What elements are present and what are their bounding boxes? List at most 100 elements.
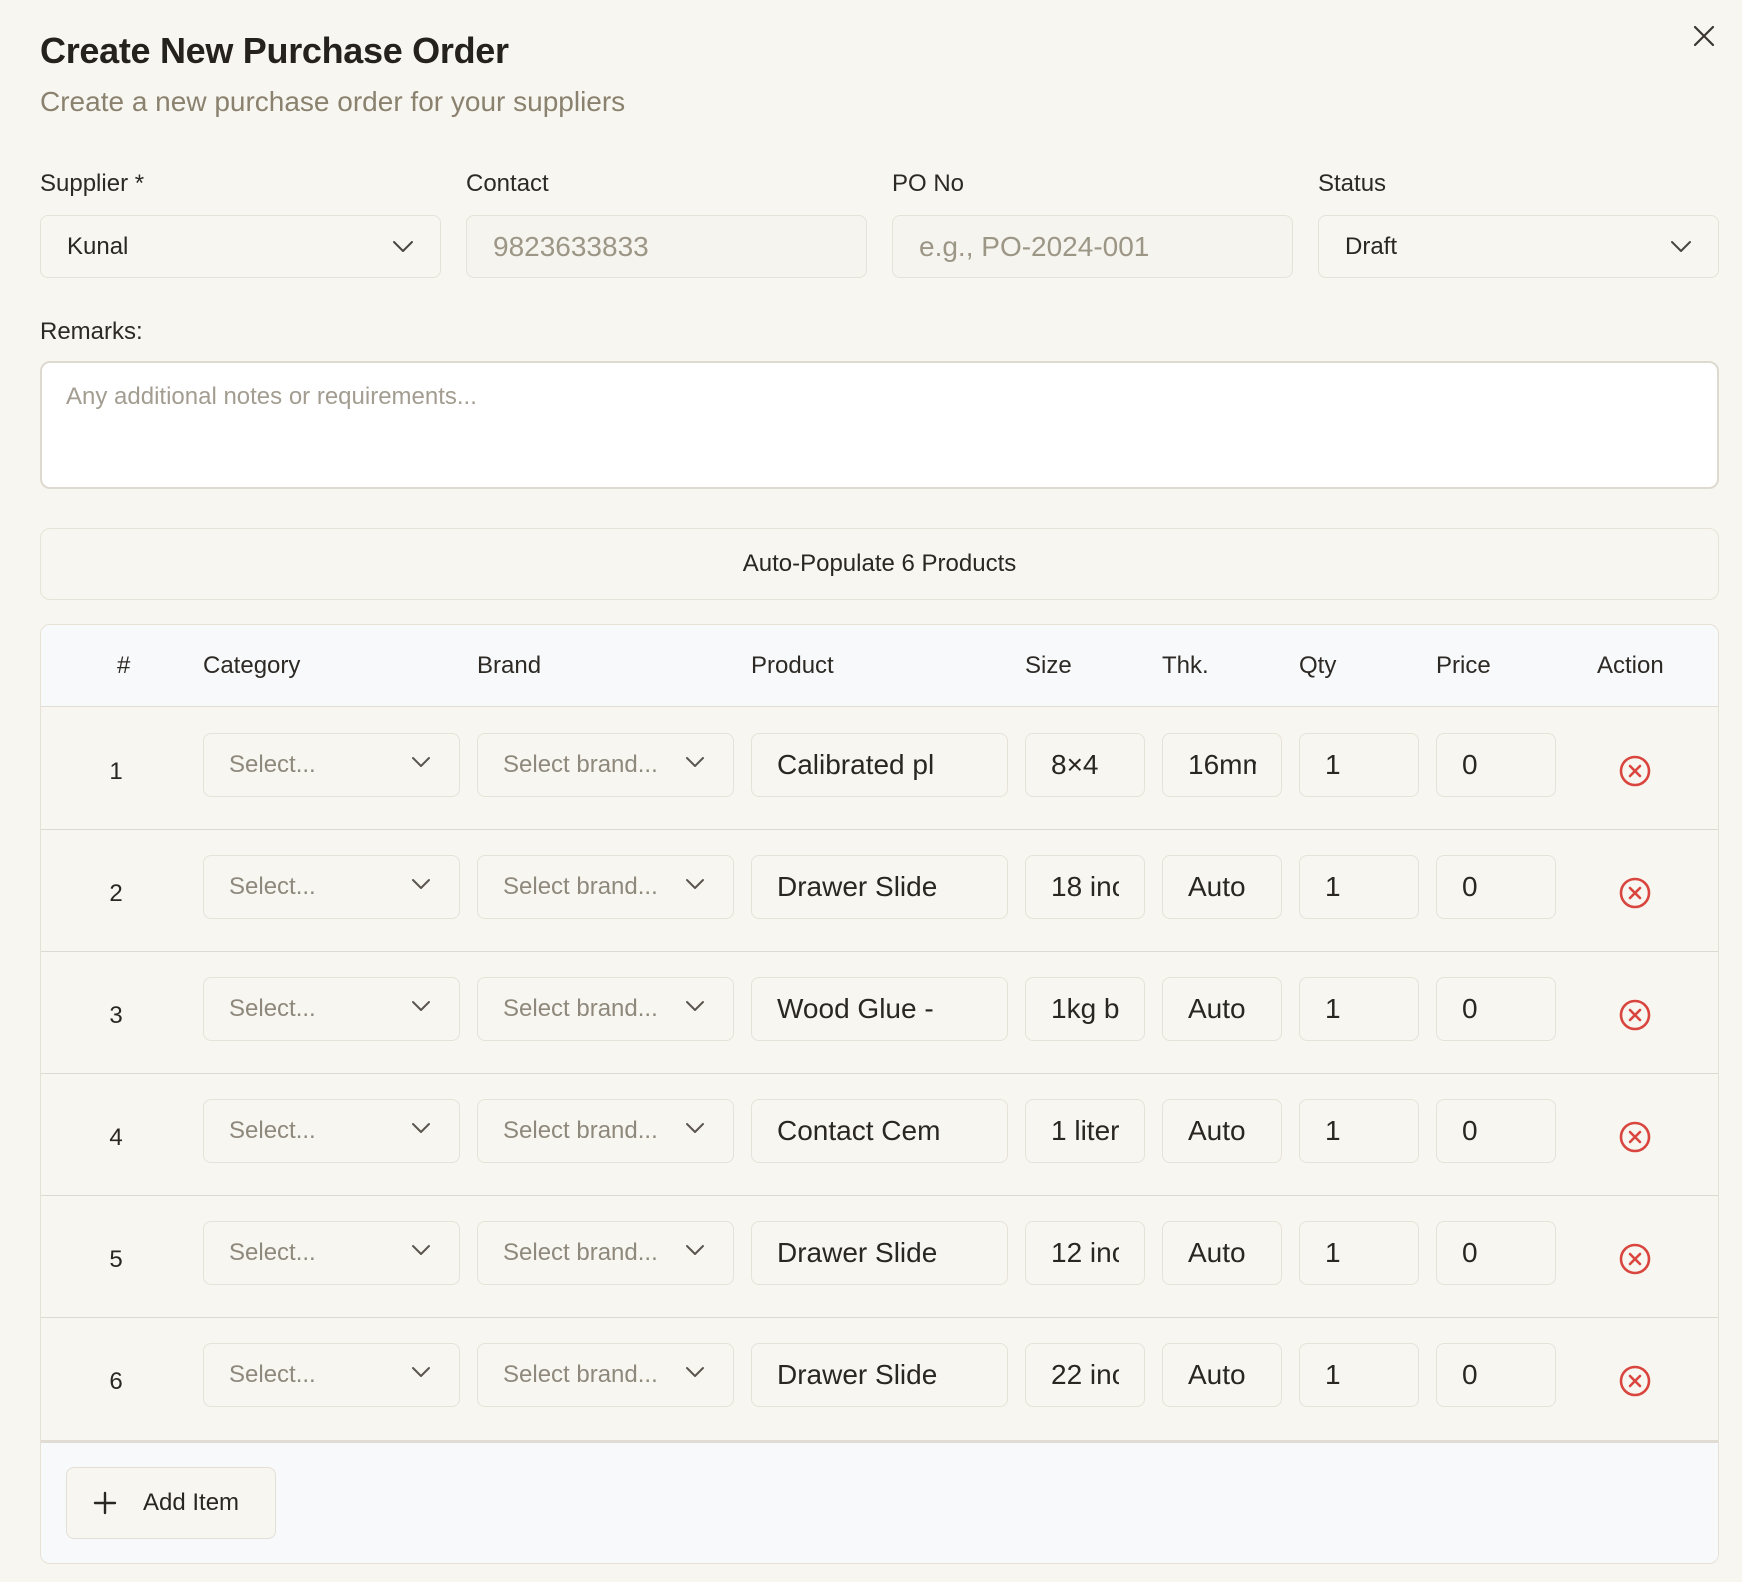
chevron-down-icon	[412, 1001, 430, 1011]
size-value: 8×4	[1051, 749, 1099, 780]
product-input[interactable]: Wood Glue -	[751, 977, 1008, 1041]
table-row: 1 Select... Select brand... Calibrated p…	[41, 708, 1718, 830]
size-input[interactable]: 1 liter	[1025, 1099, 1145, 1163]
chevron-down-icon	[412, 1367, 430, 1377]
product-input[interactable]: Drawer Slide	[751, 855, 1008, 919]
chevron-down-icon	[412, 757, 430, 767]
thk-input[interactable]: Auto	[1162, 855, 1282, 919]
supplier-select[interactable]: Kunal	[40, 215, 441, 278]
table-row: 2 Select... Select brand... Drawer Slide…	[41, 830, 1718, 952]
brand-select[interactable]: Select brand...	[477, 977, 734, 1041]
thk-input[interactable]: 16mm	[1162, 733, 1282, 797]
qty-input[interactable]: 1	[1299, 1221, 1419, 1285]
product-input[interactable]: Drawer Slide	[751, 1221, 1008, 1285]
thk-value: Auto	[1188, 1237, 1246, 1268]
chevron-down-icon	[412, 1123, 430, 1133]
product-value: Drawer Slide	[777, 1359, 938, 1390]
chevron-down-icon	[686, 1245, 704, 1255]
thk-input[interactable]: Auto	[1162, 1221, 1282, 1285]
price-value: 0	[1462, 993, 1478, 1024]
qty-input[interactable]: 1	[1299, 733, 1419, 797]
supplier-value: Kunal	[67, 232, 129, 260]
size-input[interactable]: 8×4	[1025, 733, 1145, 797]
category-value: Select...	[229, 1239, 316, 1266]
remove-item-icon[interactable]	[1618, 1120, 1652, 1154]
row-number: 2	[109, 880, 123, 907]
size-input[interactable]: 12 inc	[1025, 1221, 1145, 1285]
price-input[interactable]: 0	[1436, 855, 1556, 919]
po-no-input[interactable]: e.g., PO-2024-001	[892, 215, 1293, 278]
qty-input[interactable]: 1	[1299, 855, 1419, 919]
header-price: Price	[1436, 652, 1491, 679]
remove-item-icon[interactable]	[1618, 754, 1652, 788]
brand-value: Select brand...	[503, 995, 658, 1022]
category-select[interactable]: Select...	[203, 1343, 460, 1407]
product-input[interactable]: Calibrated pl	[751, 733, 1008, 797]
remove-item-icon[interactable]	[1618, 998, 1652, 1032]
category-select[interactable]: Select...	[203, 977, 460, 1041]
thk-input[interactable]: Auto	[1162, 977, 1282, 1041]
price-input[interactable]: 0	[1436, 1221, 1556, 1285]
row-number: 6	[109, 1368, 123, 1395]
brand-select[interactable]: Select brand...	[477, 1221, 734, 1285]
qty-input[interactable]: 1	[1299, 1343, 1419, 1407]
price-input[interactable]: 0	[1436, 977, 1556, 1041]
row-number: 3	[109, 1002, 123, 1029]
header-action: Action	[1597, 652, 1664, 679]
header-size: Size	[1025, 652, 1072, 679]
price-value: 0	[1462, 1237, 1478, 1268]
po-no-label: PO No	[892, 170, 965, 197]
size-input[interactable]: 1kg b	[1025, 977, 1145, 1041]
product-input[interactable]: Drawer Slide	[751, 1343, 1008, 1407]
size-value: 1kg b	[1051, 993, 1119, 1024]
price-value: 0	[1462, 749, 1478, 780]
price-input[interactable]: 0	[1436, 1343, 1556, 1407]
chevron-down-icon	[412, 879, 430, 889]
size-value: 12 inc	[1051, 1237, 1119, 1268]
price-input[interactable]: 0	[1436, 733, 1556, 797]
close-button[interactable]	[1686, 18, 1722, 54]
table-row: 4 Select... Select brand... Contact Cem …	[41, 1074, 1718, 1196]
qty-value: 1	[1325, 1115, 1341, 1146]
brand-select[interactable]: Select brand...	[477, 855, 734, 919]
size-input[interactable]: 18 inc	[1025, 855, 1145, 919]
thk-value: Auto	[1188, 871, 1246, 902]
remove-item-icon[interactable]	[1618, 1364, 1652, 1398]
status-select[interactable]: Draft	[1318, 215, 1719, 278]
category-select[interactable]: Select...	[203, 1221, 460, 1285]
thk-input[interactable]: Auto	[1162, 1099, 1282, 1163]
thk-input[interactable]: Auto	[1162, 1343, 1282, 1407]
add-item-button[interactable]: Add Item	[66, 1467, 276, 1539]
chevron-down-icon	[686, 879, 704, 889]
qty-input[interactable]: 1	[1299, 1099, 1419, 1163]
product-input[interactable]: Contact Cem	[751, 1099, 1008, 1163]
category-value: Select...	[229, 751, 316, 778]
remarks-textarea[interactable]: Any additional notes or requirements...	[40, 361, 1719, 489]
header-category: Category	[203, 652, 301, 679]
table-row: 6 Select... Select brand... Drawer Slide…	[41, 1318, 1718, 1440]
contact-label: Contact	[466, 170, 549, 197]
status-value: Draft	[1345, 232, 1398, 260]
price-input[interactable]: 0	[1436, 1099, 1556, 1163]
status-label: Status	[1318, 170, 1387, 197]
qty-input[interactable]: 1	[1299, 977, 1419, 1041]
thk-value: Auto	[1188, 993, 1246, 1024]
supplier-label: Supplier *	[40, 170, 145, 197]
remove-item-icon[interactable]	[1618, 1242, 1652, 1276]
category-select[interactable]: Select...	[203, 1099, 460, 1163]
category-select[interactable]: Select...	[203, 733, 460, 797]
auto-populate-button[interactable]: Auto-Populate 6 Products	[40, 528, 1719, 600]
plus-icon	[93, 1491, 117, 1515]
contact-input[interactable]: 9823633833	[466, 215, 867, 278]
remarks-placeholder: Any additional notes or requirements...	[66, 383, 477, 410]
size-value: 1 liter	[1051, 1115, 1119, 1146]
brand-select[interactable]: Select brand...	[477, 1099, 734, 1163]
size-input[interactable]: 22 inc	[1025, 1343, 1145, 1407]
po-no-placeholder: e.g., PO-2024-001	[919, 230, 1150, 262]
row-number: 4	[109, 1124, 123, 1151]
category-select[interactable]: Select...	[203, 855, 460, 919]
remove-item-icon[interactable]	[1618, 876, 1652, 910]
chevron-down-icon	[686, 1123, 704, 1133]
brand-select[interactable]: Select brand...	[477, 733, 734, 797]
brand-select[interactable]: Select brand...	[477, 1343, 734, 1407]
